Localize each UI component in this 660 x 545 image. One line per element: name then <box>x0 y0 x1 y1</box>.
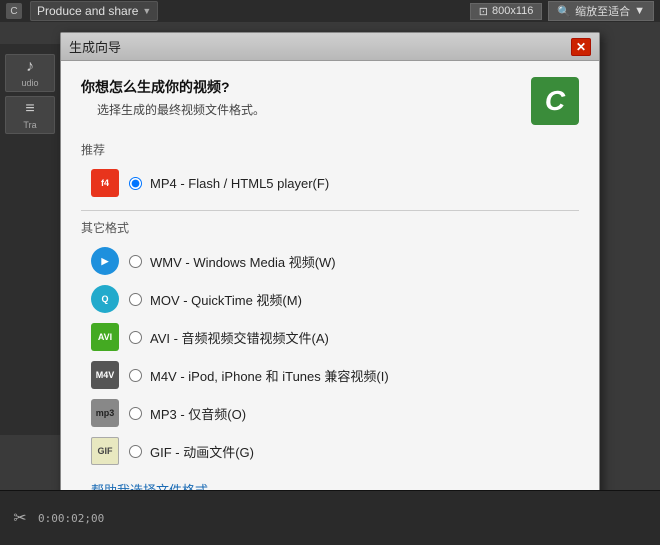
dialog-subtitle: 选择生成的最终视频文件格式。 <box>81 101 531 118</box>
option-gif-text: GIF - 动画文件(G) <box>150 442 254 461</box>
option-m4v-label[interactable]: M4V - iPod, iPhone 和 iTunes 兼容视频(I) <box>129 366 389 385</box>
option-mp4-text: MP4 - Flash / HTML5 player(F) <box>150 176 329 191</box>
option-mov-text: MOV - QuickTime 视频(M) <box>150 290 302 309</box>
resolution-icon: ⊡ <box>479 5 488 18</box>
option-avi-label[interactable]: AVI - 音频视频交错视频文件(A) <box>129 328 329 347</box>
option-gif-row[interactable]: GIF GIF - 动画文件(G) <box>81 432 579 470</box>
search-icon: 🔍 <box>557 5 571 18</box>
mov-icon: Q <box>91 285 119 313</box>
option-mp4-label[interactable]: MP4 - Flash / HTML5 player(F) <box>129 176 329 191</box>
dialog-header-row: 你想怎么生成你的视频? 选择生成的最终视频文件格式。 C <box>81 77 579 125</box>
main-area: ♪ udio ≡ Tra 生成向导 ✕ 你想怎么生成你的视频? 选择生成的最终视… <box>0 22 660 490</box>
bottom-bar: ✂ 0:00:02;00 <box>0 490 660 545</box>
avi-icon: AVI <box>91 323 119 351</box>
mp4-icon: f4 <box>91 169 119 197</box>
option-mp3-label[interactable]: MP3 - 仅音频(O) <box>129 404 246 423</box>
time-display: 0:00:02;00 <box>38 512 104 525</box>
dialog-titlebar: 生成向导 ✕ <box>61 33 599 61</box>
top-bar-right: ⊡ 800x116 🔍 缩放至适合 ▼ <box>470 1 654 21</box>
option-mov-row[interactable]: Q MOV - QuickTime 视频(M) <box>81 280 579 318</box>
produce-share-arrow: ▼ <box>142 6 151 16</box>
section-other-label: 其它格式 <box>81 219 579 236</box>
option-mp4-row[interactable]: f4 MP4 - Flash / HTML5 player(F) <box>81 164 579 202</box>
option-mp3-radio[interactable] <box>129 407 142 420</box>
app-icon: C <box>6 3 22 19</box>
zoom-button[interactable]: 🔍 缩放至适合 ▼ <box>548 1 654 21</box>
produce-share-button[interactable]: Produce and share ▼ <box>30 1 158 21</box>
dialog-close-button[interactable]: ✕ <box>571 38 591 56</box>
dialog-backdrop: 生成向导 ✕ 你想怎么生成你的视频? 选择生成的最终视频文件格式。 C 推荐 <box>0 22 660 490</box>
option-m4v-text: M4V - iPod, iPhone 和 iTunes 兼容视频(I) <box>150 366 389 385</box>
dialog-body: 你想怎么生成你的视频? 选择生成的最终视频文件格式。 C 推荐 f4 <box>61 61 599 515</box>
scissors-icon[interactable]: ✂ <box>8 506 32 530</box>
dialog-title: 生成向导 <box>69 37 121 56</box>
camtasia-logo: C <box>531 77 579 125</box>
resolution-button[interactable]: ⊡ 800x116 <box>470 3 543 20</box>
option-mov-label[interactable]: MOV - QuickTime 视频(M) <box>129 290 302 309</box>
option-wmv-text: WMV - Windows Media 视频(W) <box>150 252 336 271</box>
option-mp3-row[interactable]: mp3 MP3 - 仅音频(O) <box>81 394 579 432</box>
wmv-icon: ▶ <box>91 247 119 275</box>
dialog-header-text: 你想怎么生成你的视频? 选择生成的最终视频文件格式。 <box>81 77 531 118</box>
dialog-question: 你想怎么生成你的视频? <box>81 77 531 97</box>
option-mov-radio[interactable] <box>129 293 142 306</box>
zoom-label: 缩放至适合 <box>575 3 630 19</box>
option-mp4-radio[interactable] <box>129 177 142 190</box>
option-wmv-row[interactable]: ▶ WMV - Windows Media 视频(W) <box>81 242 579 280</box>
m4v-icon: M4V <box>91 361 119 389</box>
section-recommended-label: 推荐 <box>81 141 579 158</box>
option-gif-label[interactable]: GIF - 动画文件(G) <box>129 442 254 461</box>
option-m4v-row[interactable]: M4V M4V - iPod, iPhone 和 iTunes 兼容视频(I) <box>81 356 579 394</box>
zoom-arrow: ▼ <box>634 5 645 17</box>
option-wmv-label[interactable]: WMV - Windows Media 视频(W) <box>129 252 336 271</box>
option-wmv-radio[interactable] <box>129 255 142 268</box>
option-m4v-radio[interactable] <box>129 369 142 382</box>
gif-icon: GIF <box>91 437 119 465</box>
option-gif-radio[interactable] <box>129 445 142 458</box>
option-avi-radio[interactable] <box>129 331 142 344</box>
option-mp3-text: MP3 - 仅音频(O) <box>150 404 246 423</box>
separator-1 <box>81 210 579 211</box>
option-avi-text: AVI - 音频视频交错视频文件(A) <box>150 328 329 347</box>
mp3-icon: mp3 <box>91 399 119 427</box>
top-toolbar: C Produce and share ▼ ⊡ 800x116 🔍 缩放至适合 … <box>0 0 660 22</box>
wizard-dialog: 生成向导 ✕ 你想怎么生成你的视频? 选择生成的最终视频文件格式。 C 推荐 <box>60 32 600 516</box>
produce-share-label: Produce and share <box>37 4 138 18</box>
option-avi-row[interactable]: AVI AVI - 音频视频交错视频文件(A) <box>81 318 579 356</box>
resolution-label: 800x116 <box>492 5 533 17</box>
